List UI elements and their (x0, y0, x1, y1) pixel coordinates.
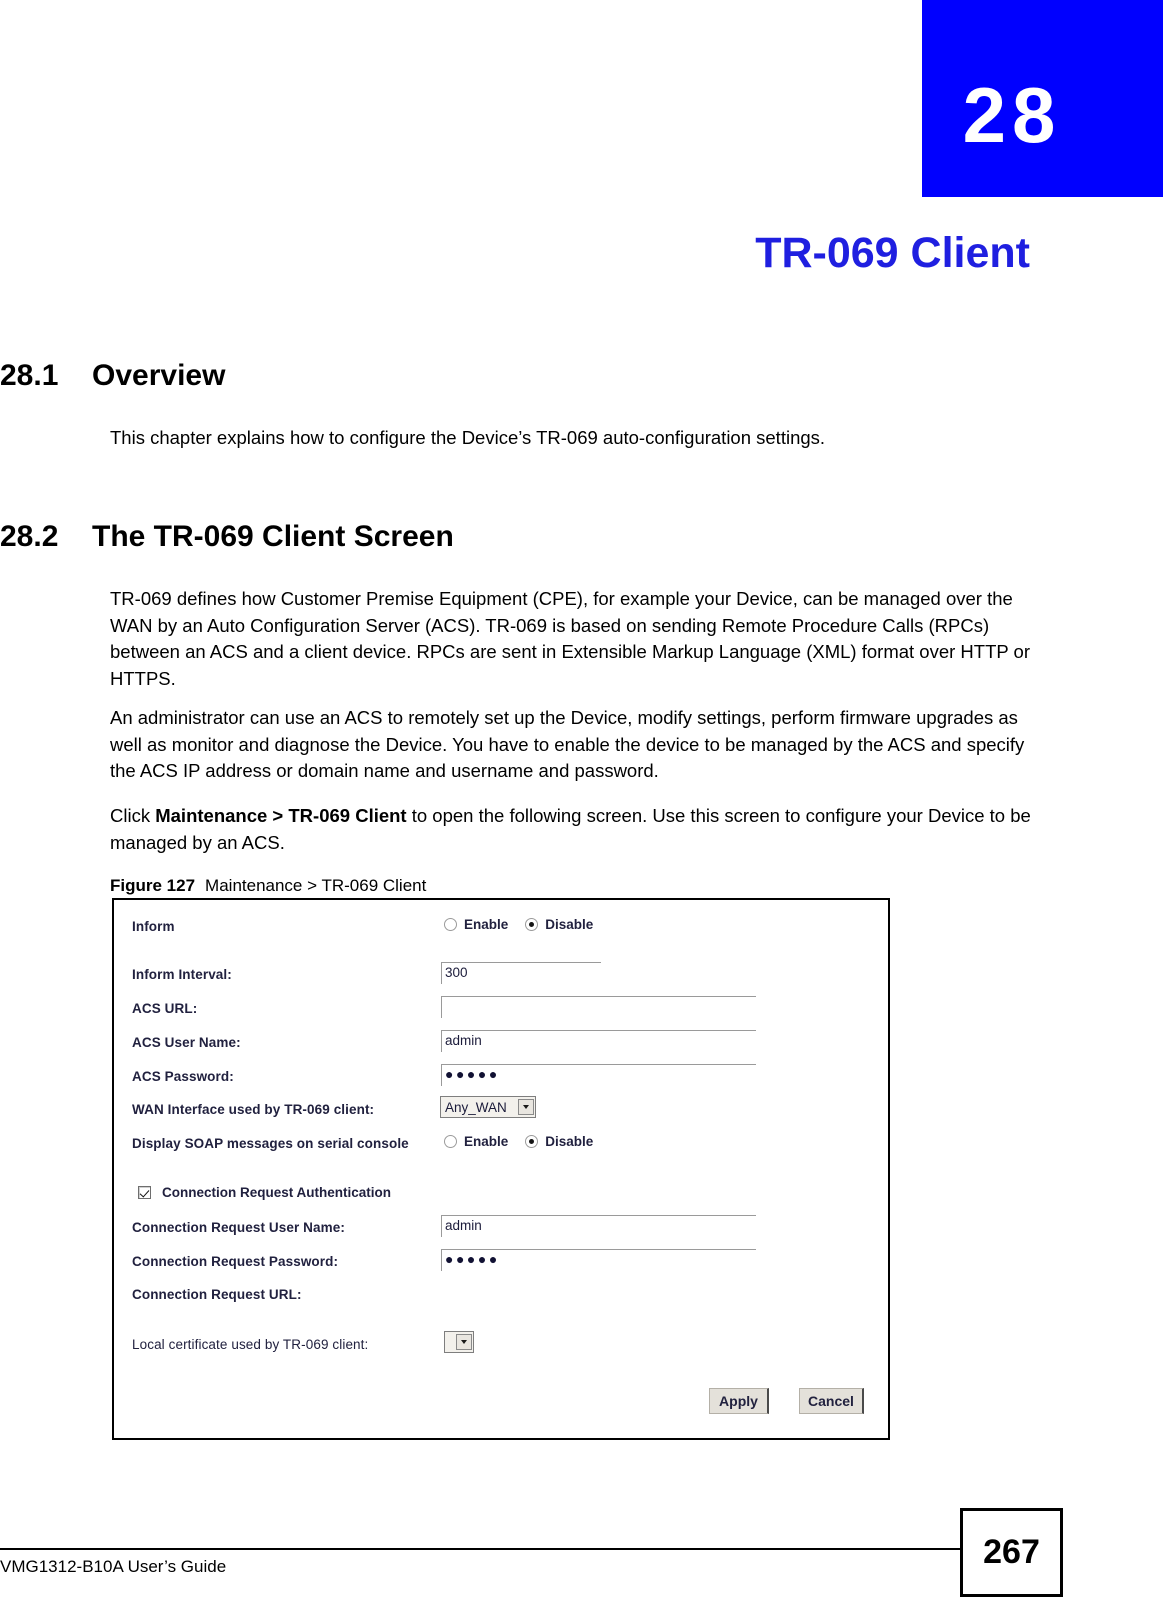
section-title-28-2: The TR-069 Client Screen (92, 520, 454, 553)
figure-screenshot: Inform Enable Disable Inform Interval: 3… (112, 898, 890, 1440)
label-inform-interval: Inform Interval: (132, 967, 232, 982)
label-inform: Inform (132, 919, 175, 934)
section-number-28-1: 28.1 (0, 359, 59, 392)
figure-caption-text: Maintenance > TR-069 Client (205, 876, 427, 895)
radio-label-display-soap-disable: Disable (545, 1134, 594, 1149)
checkbox-connection-request-auth[interactable] (138, 1186, 151, 1199)
value-acs-password: ●●●●● (445, 1066, 500, 1082)
label-local-certificate: Local certificate used by TR-069 client: (132, 1337, 369, 1352)
label-acs-url: ACS URL: (132, 1001, 198, 1016)
figure-caption: Figure 127 Maintenance > TR-069 Client (110, 875, 426, 897)
cancel-button[interactable]: Cancel (799, 1388, 864, 1414)
checkbox-row-connection-request-auth[interactable]: Connection Request Authentication (138, 1185, 391, 1200)
radio-label-inform-enable: Enable (464, 917, 509, 932)
radio-inform-disable[interactable] (525, 918, 539, 931)
paragraph-28-1-1: This chapter explains how to configure t… (110, 427, 826, 448)
label-conn-req-user-name: Connection Request User Name: (132, 1220, 345, 1235)
value-conn-req-password: ●●●●● (445, 1251, 500, 1267)
select-wan-interface[interactable]: Any_WAN (440, 1096, 536, 1118)
label-conn-req-password: Connection Request Password: (132, 1254, 339, 1269)
section-heading-28-1: 28.1 Overview (0, 358, 225, 394)
document-page: 28 TR-069 Client 28.1 Overview This chapt… (0, 0, 1163, 1597)
label-wan-interface: WAN Interface used by TR-069 client: (132, 1102, 375, 1117)
input-conn-req-password[interactable]: ●●●●● (441, 1249, 756, 1271)
label-connection-request-auth: Connection Request Authentication (162, 1185, 391, 1200)
chevron-down-icon-certificate[interactable] (456, 1334, 472, 1350)
value-acs-user-name: admin (445, 1033, 482, 1048)
input-acs-user-name[interactable]: admin (441, 1030, 756, 1052)
select-local-certificate[interactable] (444, 1331, 474, 1353)
radio-group-display-soap[interactable]: Enable Disable (444, 1134, 610, 1149)
footer-guide-title: VMG1312-B10A User’s Guide (0, 1557, 227, 1576)
click-prefix: Click (110, 805, 156, 826)
radio-inform-enable[interactable] (444, 918, 457, 931)
input-acs-password[interactable]: ●●●●● (441, 1064, 756, 1086)
label-acs-user-name: ACS User Name: (132, 1035, 241, 1050)
figure-label: Figure 127 (110, 876, 196, 895)
paragraph-28-2-1: TR-069 defines how Customer Premise Equi… (110, 588, 1030, 689)
radio-display-soap-disable[interactable] (525, 1135, 539, 1148)
section-heading-28-2: 28.2 The TR-069 Client Screen (0, 519, 454, 555)
label-display-soap: Display SOAP messages on serial console (132, 1136, 409, 1151)
label-acs-password: ACS Password: (132, 1069, 234, 1084)
radio-label-inform-disable: Disable (545, 917, 594, 932)
input-conn-req-user-name[interactable]: admin (441, 1215, 756, 1237)
paragraph-28-2-2: An administrator can use an ACS to remot… (110, 707, 1025, 781)
page-number-box: 267 (960, 1508, 1063, 1597)
tr069-client-form: Inform Enable Disable Inform Interval: 3… (114, 900, 888, 1438)
radio-group-inform[interactable]: Enable Disable (444, 917, 610, 932)
footer-divider (0, 1548, 960, 1550)
radio-label-display-soap-enable: Enable (464, 1134, 509, 1149)
input-acs-url[interactable] (441, 996, 756, 1018)
value-inform-interval: 300 (445, 965, 468, 980)
section-title-28-1: Overview (92, 359, 226, 392)
apply-button[interactable]: Apply (709, 1388, 769, 1414)
chapter-title: TR-069 Client (755, 229, 1030, 277)
chapter-number: 28 (962, 71, 1062, 159)
value-wan-interface: Any_WAN (445, 1099, 507, 1115)
label-conn-req-url: Connection Request URL: (132, 1287, 302, 1302)
value-conn-req-user-name: admin (445, 1218, 482, 1233)
input-inform-interval[interactable]: 300 (441, 962, 601, 984)
chevron-down-icon[interactable] (518, 1099, 534, 1115)
paragraph-28-2-click: Click Maintenance > TR-069 Client to ope… (110, 803, 1032, 856)
menu-path-bold: Maintenance > TR-069 Client (155, 805, 407, 826)
section-number-28-2: 28.2 (0, 520, 59, 553)
radio-display-soap-enable[interactable] (444, 1135, 457, 1148)
